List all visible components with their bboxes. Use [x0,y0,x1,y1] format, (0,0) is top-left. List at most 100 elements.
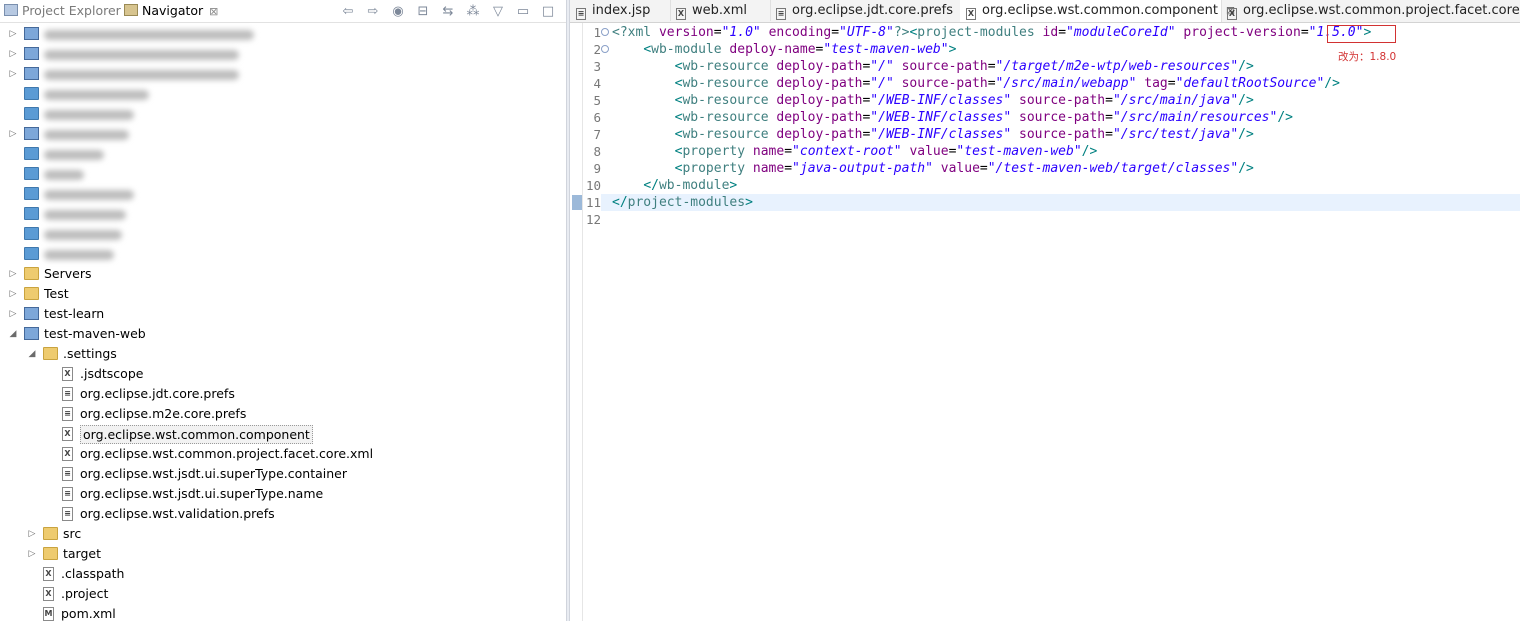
tree-item[interactable]: ▷ [0,64,560,84]
tree-item[interactable]: Xorg.eclipse.wst.common.component [0,424,560,444]
collapsed-twisty-icon[interactable]: ▷ [27,544,37,564]
collapsed-twisty-icon[interactable]: ▷ [8,124,18,144]
tree-item[interactable] [0,224,560,244]
code-line[interactable]: <?xml version="1.0" encoding="UTF-8"?><p… [612,24,1371,41]
tree-item[interactable]: Mpom.xml [0,604,560,624]
tree-item-label: test-learn [44,306,105,321]
folder-icon [24,167,39,180]
tree-item[interactable]: Xorg.eclipse.wst.common.project.facet.co… [0,444,560,464]
filters-icon[interactable]: ⁂ [465,4,481,19]
collapsed-twisty-icon[interactable]: ▷ [8,44,18,64]
code-line[interactable]: <property name="context-root" value="tes… [612,143,1098,160]
tree-item[interactable]: ▷ [0,124,560,144]
code-line[interactable]: <wb-resource deploy-path="/" source-path… [612,58,1254,75]
tree-item[interactable]: ≡ org.eclipse.jdt.core.prefs [0,384,560,404]
code-token: project-version [1183,25,1301,40]
tree-item[interactable] [0,204,560,224]
maximize-icon[interactable]: □ [540,4,556,19]
line-number: 10 [585,178,601,193]
fold-toggle-icon[interactable] [601,28,609,36]
code-line[interactable]: <wb-resource deploy-path="/" source-path… [612,75,1340,92]
tree-item[interactable]: ≡ org.eclipse.wst.jsdt.ui.superType.name [0,484,560,504]
expanded-twisty-icon[interactable]: ◢ [8,324,18,344]
expanded-twisty-icon[interactable]: ◢ [27,344,37,364]
code-token: = [1105,127,1113,142]
tree-item[interactable]: ▷ src [0,524,560,544]
code-token: "/WEB-INF/classes" [870,127,1012,142]
code-line[interactable]: <wb-resource deploy-path="/WEB-INF/class… [612,92,1254,109]
tree-item[interactable]: ▷ [0,24,560,44]
home-icon[interactable]: ◉ [390,4,406,19]
tree-item[interactable]: ≡ org.eclipse.m2e.core.prefs [0,404,560,424]
tree-item-label: org.eclipse.jdt.core.prefs [80,386,235,401]
code-line[interactable]: <wb-resource deploy-path="/WEB-INF/class… [612,109,1293,126]
tree-item[interactable]: ▷ [0,44,560,64]
fold-toggle-icon[interactable] [601,45,609,53]
tree-item[interactable]: ≡ org.eclipse.wst.validation.prefs [0,504,560,524]
tree-item[interactable] [0,164,560,184]
tree-item[interactable]: ▷ test-learn [0,304,560,324]
code-token: = [713,25,722,40]
tab-navigator[interactable]: Navigator ⊠ [124,0,219,22]
tree-item-label [44,144,104,164]
editor-tab[interactable]: ≡ index.jsp [570,0,671,21]
tree-item[interactable]: X .jsdtscope [0,364,560,384]
line-number: 2 [593,42,601,57]
editor-tab[interactable]: ≡ org.eclipse.jdt.core.prefs [770,0,961,21]
link-with-editor-icon[interactable]: ⇆ [440,4,456,19]
tree-item[interactable] [0,84,560,104]
folder-icon [24,267,39,280]
collapsed-twisty-icon[interactable]: ▷ [8,264,18,284]
collapsed-twisty-icon[interactable]: ▷ [8,304,18,324]
editor-tab[interactable]: Xweb.xml [670,0,771,21]
tree-item[interactable]: X .project [0,584,560,604]
collapse-all-icon[interactable]: ⊟ [415,4,431,19]
code-token: name [752,144,785,159]
redacted-text [44,149,104,160]
code-token: = [1167,76,1176,91]
tree-item[interactable]: X .classpath [0,564,560,584]
code-token: "/" [870,76,894,91]
redacted-text [44,169,84,180]
close-icon[interactable]: ⊠ [209,5,218,18]
tree-item[interactable]: ▷ Test [0,284,560,304]
minimize-icon[interactable]: ▭ [515,4,531,19]
tree-item[interactable]: ▷ target [0,544,560,564]
tree-item-label: Test [44,286,69,301]
tab-project-explorer[interactable]: Project Explorer [4,0,121,22]
editor-tab[interactable]: Xorg.eclipse.wst.common.project.facet.co… [1221,0,1520,21]
tree-item[interactable] [0,184,560,204]
code-line[interactable]: </project-modules> [612,194,753,211]
tree-item-label: .project [61,586,109,601]
tree-item[interactable]: ◢ .settings [0,344,560,364]
view-menu-icon[interactable]: ▽ [490,4,506,19]
tree-item[interactable] [0,104,560,124]
code-line[interactable]: <wb-resource deploy-path="/WEB-INF/class… [612,126,1254,143]
tree-item[interactable]: ▷ Servers [0,264,560,284]
tree-item[interactable] [0,244,560,264]
tree-item[interactable]: ◢ test-maven-web [0,324,560,344]
tree-item-label [44,104,134,124]
text-file-icon: ≡ [576,8,586,20]
tree-item-label: test-maven-web [44,326,146,341]
tree-item[interactable]: ≡ org.eclipse.wst.jsdt.ui.superType.conta… [0,464,560,484]
line-number: 11 [585,195,601,210]
folder-icon [24,287,39,300]
editor-panel: ≡ index.jsp Xweb.xml ≡ org.eclipse.jdt.core.… [570,0,1520,621]
code-line[interactable]: </wb-module> [612,177,737,194]
collapsed-twisty-icon[interactable]: ▷ [8,284,18,304]
back-icon[interactable]: ⇦ [340,4,356,19]
collapsed-twisty-icon[interactable]: ▷ [8,24,18,44]
collapsed-twisty-icon[interactable]: ▷ [8,64,18,84]
folder-icon [43,527,58,540]
collapsed-twisty-icon[interactable]: ▷ [27,524,37,544]
editor-tab[interactable]: Xorg.eclipse.wst.common.component ⊠ [960,0,1235,22]
forward-icon[interactable]: ⇨ [365,4,381,19]
tree-item-label: .settings [63,346,117,361]
code-line[interactable]: <wb-module deploy-name="test-maven-web"> [612,41,956,58]
code-token: tag [1144,76,1168,91]
tree-item[interactable] [0,144,560,164]
code-line[interactable]: <property name="java-output-path" value=… [612,160,1254,177]
